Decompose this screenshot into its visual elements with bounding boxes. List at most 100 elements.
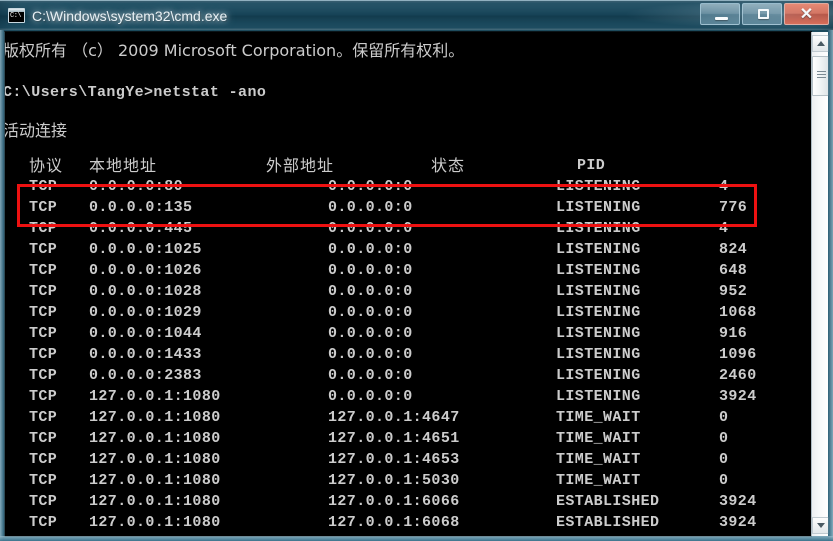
cell-state: LISTENING: [556, 365, 641, 386]
cell-pid: 952: [719, 281, 747, 302]
cell-state: LISTENING: [556, 176, 641, 197]
table-row: TCP 127.0.0.1:1080 127.0.0.1:4653 TIME_WAIT…: [5, 449, 812, 470]
cell-local-address: 0.0.0.0:1433: [89, 344, 202, 365]
title-bar[interactable]: C:\ C:\Windows\system32\cmd.exe ✕: [0, 0, 833, 30]
cell-protocol: TCP: [29, 281, 57, 302]
scrollbar-thumb[interactable]: [812, 56, 829, 96]
cell-foreign-address: 0.0.0.0:0: [328, 239, 413, 260]
cell-protocol: TCP: [29, 449, 57, 470]
cell-pid: 2460: [719, 365, 757, 386]
cell-state: ESTABLISHED: [556, 491, 659, 512]
cell-protocol: TCP: [29, 365, 57, 386]
window-frame-left: [0, 30, 4, 541]
cell-protocol: TCP: [29, 407, 57, 428]
table-row: TCP127.0.0.1:1080127.0.0.1:6066ESTABLISH…: [5, 491, 812, 512]
close-button[interactable]: ✕: [784, 3, 829, 25]
cell-foreign-address: 0.0.0.0:0: [328, 218, 413, 239]
cell-state: TIME_WAIT: [556, 407, 641, 428]
cell-local-address: 0.0.0.0:80: [89, 176, 183, 197]
triangle-up-icon: [817, 41, 825, 46]
cell-state: LISTENING: [556, 323, 641, 344]
cell-foreign-address: 0.0.0.0:0: [328, 260, 413, 281]
cell-pid: 648: [719, 260, 747, 281]
cell-pid: 776: [719, 197, 747, 218]
cell-pid: 4: [719, 218, 728, 239]
table-row: TCP127.0.0.1:1080127.0.0.1:4651TIME_WAIT…: [5, 428, 812, 449]
cell-foreign-address: 127.0.0.1:6068: [328, 512, 460, 533]
active-connections-heading: 活动连接: [4, 120, 67, 141]
cell-local-address: 0.0.0.0:2383: [89, 365, 202, 386]
cell-pid: 3924: [719, 491, 757, 512]
cell-state: LISTENING: [556, 386, 641, 407]
close-icon: ✕: [785, 4, 828, 24]
prompt-command-line: C:\Users\TangYe>netstat -ano: [4, 82, 266, 103]
scroll-down-button[interactable]: [812, 517, 829, 534]
icon-prompt-text: C:\: [10, 12, 21, 21]
cell-protocol: TCP: [29, 386, 57, 407]
minimize-button[interactable]: [700, 3, 740, 25]
cell-protocol: TCP: [29, 239, 57, 260]
cell-local-address: 127.0.0.1:1080: [89, 428, 221, 449]
table-row: TCP0.0.0.0:1350.0.0.0:0LISTENING776: [5, 197, 812, 218]
cell-local-address: 0.0.0.0:1025: [89, 239, 202, 260]
cell-foreign-address: 0.0.0.0:0: [328, 176, 413, 197]
cell-protocol: TCP: [29, 260, 57, 281]
column-header-state: 状态: [431, 155, 465, 176]
scroll-up-button[interactable]: [812, 35, 829, 52]
table-row: TCP0.0.0.0:14330.0.0.0:0LISTENING1096: [5, 344, 812, 365]
column-header-local-address: 本地地址: [89, 155, 157, 176]
table-row: TCP0.0.0.0:10290.0.0.0:0LISTENING1068: [5, 302, 812, 323]
table-row: TCP 0.0.0.0:2383 0.0.0.0:0 LISTENING 2460: [5, 365, 812, 386]
table-row: TCP 0.0.0.0:80 0.0.0.0:0 LISTENING 4: [5, 176, 812, 197]
scrollbar-grip-icon: [817, 71, 826, 79]
vertical-scrollbar[interactable]: [811, 32, 828, 536]
cell-local-address: 0.0.0.0:1026: [89, 260, 202, 281]
cell-state: TIME_WAIT: [556, 470, 641, 491]
cell-state: LISTENING: [556, 302, 641, 323]
cell-local-address: 0.0.0.0:445: [89, 218, 192, 239]
cell-state: LISTENING: [556, 239, 641, 260]
cell-foreign-address: 0.0.0.0:0: [328, 197, 413, 218]
cell-state: LISTENING: [556, 281, 641, 302]
table-row: TCP 127.0.0.1:1080 127.0.0.1:6068 ESTABLISH…: [5, 512, 812, 533]
cell-pid: 0: [719, 449, 728, 470]
cell-protocol: TCP: [29, 512, 57, 533]
cell-foreign-address: 0.0.0.0:0: [328, 365, 413, 386]
cell-pid: 3924: [719, 386, 757, 407]
cell-foreign-address: 0.0.0.0:0: [328, 386, 413, 407]
cell-protocol: TCP: [29, 491, 57, 512]
cell-pid: 3924: [719, 512, 757, 533]
cell-pid: 0: [719, 470, 728, 491]
console-output-area[interactable]: 版权所有 （c） 2009 Microsoft Corporation。保留所有…: [4, 31, 812, 537]
cell-protocol: TCP: [29, 428, 57, 449]
cell-protocol: TCP: [29, 302, 57, 323]
cell-protocol: TCP: [29, 176, 57, 197]
table-row: TCP127.0.0.1:10800.0.0.0:0LISTENING3924: [5, 386, 812, 407]
cell-local-address: 0.0.0.0:1028: [89, 281, 202, 302]
cmd-console-icon: C:\: [8, 8, 25, 23]
cell-pid: 4: [719, 176, 728, 197]
table-row: TCP 0.0.0.0:1025 0.0.0.0:0 LISTENING 824: [5, 239, 812, 260]
table-row: TCP0.0.0.0:10260.0.0.0:0LISTENING648: [5, 260, 812, 281]
cell-pid: 0: [719, 407, 728, 428]
cmd-window: C:\ C:\Windows\system32\cmd.exe ✕ 版权所有 （…: [0, 0, 833, 541]
cell-local-address: 127.0.0.1:1080: [89, 449, 221, 470]
cell-foreign-address: 127.0.0.1:4653: [328, 449, 460, 470]
maximize-button[interactable]: [742, 3, 782, 25]
cell-protocol: TCP: [29, 470, 57, 491]
column-header-pid: PID: [577, 155, 605, 176]
cell-state: LISTENING: [556, 218, 641, 239]
triangle-down-icon: [817, 523, 825, 528]
cell-foreign-address: 127.0.0.1:6066: [328, 491, 460, 512]
cell-pid: 824: [719, 239, 747, 260]
cell-protocol: TCP: [29, 344, 57, 365]
cell-state: ESTABLISHED: [556, 512, 659, 533]
copyright-line: 版权所有 （c） 2009 Microsoft Corporation。保留所有…: [4, 40, 464, 61]
cell-state: TIME_WAIT: [556, 449, 641, 470]
window-frame-right: [828, 30, 833, 541]
cell-foreign-address: 0.0.0.0:0: [328, 281, 413, 302]
table-row: TCP0.0.0.0:10440.0.0.0:0LISTENING916: [5, 323, 812, 344]
cell-local-address: 127.0.0.1:1080: [89, 512, 221, 533]
cell-foreign-address: 0.0.0.0:0: [328, 302, 413, 323]
cell-state: LISTENING: [556, 344, 641, 365]
